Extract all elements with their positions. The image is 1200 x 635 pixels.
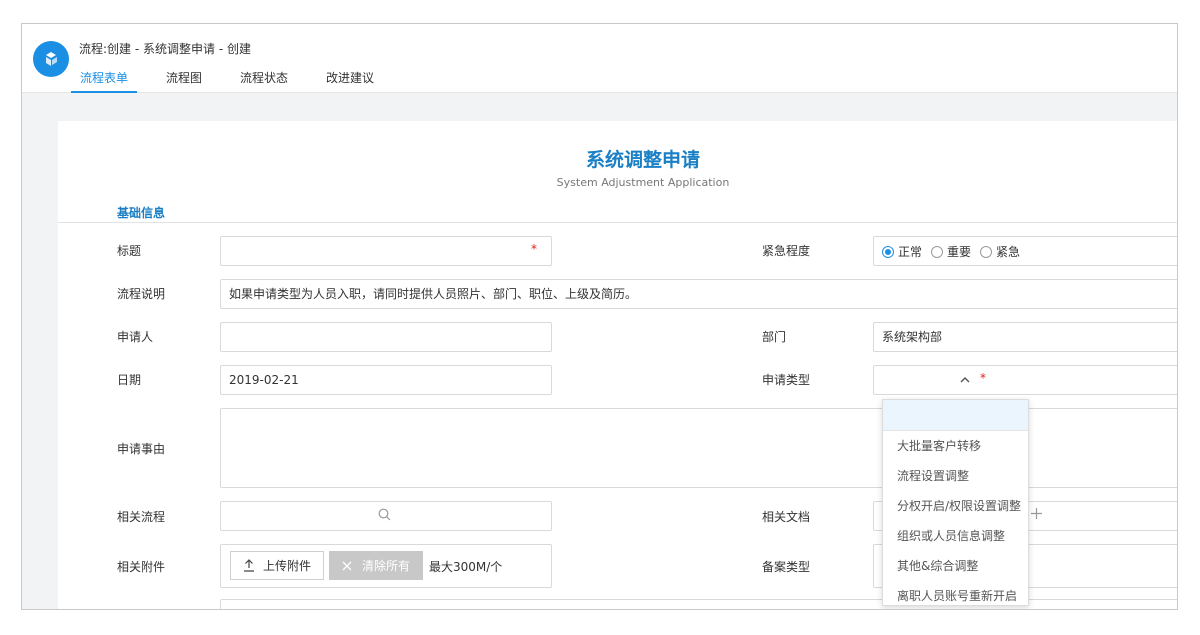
clear-button-label: 清除所有 [362,559,411,573]
title-input[interactable] [220,236,552,266]
section-title: 基础信息 [117,206,166,220]
tab-suggestions[interactable]: 改进建议 [317,63,383,93]
dropdown-option[interactable]: 其他&综合调整 [883,551,1028,581]
max-size-note: 最大300M/个 [429,560,503,574]
request-type-select[interactable] [873,365,1177,395]
urgency-label: 紧急程度 [762,244,811,258]
upload-button-label: 上传附件 [263,559,312,573]
radio-unchecked-icon [980,245,993,258]
applicant-input[interactable] [220,322,552,352]
app-logo-icon [33,41,69,77]
close-icon [342,561,352,570]
request-type-label: 申请类型 [762,373,811,387]
urgency-radio-important[interactable]: 重要 [931,243,971,260]
urgency-radio-urgent[interactable]: 紧急 [980,243,1020,260]
urgency-option-label: 重要 [947,245,972,259]
tab-flow-form[interactable]: 流程表单 [71,63,138,93]
description-label: 流程说明 [117,287,166,301]
dropdown-option[interactable]: 离职人员账号重新开启 [883,581,1028,609]
department-input[interactable]: 系统架构部 [873,322,1177,352]
dropdown-option[interactable]: 组织或人员信息调整 [883,521,1028,551]
reason-textarea[interactable] [220,408,1177,488]
title-required-mark: * [531,242,537,256]
reason-label: 申请事由 [117,442,166,456]
urgency-option-label: 紧急 [996,245,1021,259]
form-title: 系统调整申请 [585,149,700,171]
app-header: 流程:创建 - 系统调整申请 - 创建 流程表单 流程图 流程状态 改进建议 [22,24,1177,93]
clear-all-button[interactable]: 清除所有 [329,551,424,580]
app-window: 流程:创建 - 系统调整申请 - 创建 流程表单 流程图 流程状态 改进建议 系… [21,23,1178,610]
dropdown-option[interactable]: 分权开启/权限设置调整 [883,491,1028,521]
radio-checked-icon [882,245,894,258]
tab-flow-status[interactable]: 流程状态 [231,63,297,93]
dropdown-search-field[interactable] [883,400,1028,431]
urgency-radio-group: 正常 重要 紧急 [882,243,1029,260]
form-subtitle: System Adjustment Application [556,176,730,189]
dropdown-option[interactable]: 大批量客户转移 [883,431,1028,461]
upload-icon [244,559,254,572]
date-label: 日期 [117,373,142,387]
title-label: 标题 [117,244,142,258]
related-flow-label: 相关流程 [117,510,166,524]
add-icon[interactable] [1030,507,1043,520]
request-type-dropdown: 大批量客户转移 流程设置调整 分权开启/权限设置调整 组织或人员信息调整 其他&… [882,399,1029,606]
description-input[interactable]: 如果申请类型为人员入职，请同时提供人员照片、部门、职位、上级及简历。 [220,279,1177,309]
attachment-label: 相关附件 [117,560,166,574]
related-doc-label: 相关文档 [762,510,811,524]
tab-bar: 流程表单 流程图 流程状态 改进建议 [71,63,403,93]
request-type-required-mark: * [980,371,986,385]
urgency-radio-normal[interactable]: 正常 [882,243,922,260]
department-label: 部门 [762,330,787,344]
date-input[interactable]: 2019-02-21 [220,365,552,395]
record-type-label: 备案类型 [762,560,811,574]
urgency-option-label: 正常 [898,245,923,259]
chevron-up-icon[interactable] [960,376,970,384]
section-divider [58,222,1177,223]
applicant-label: 申请人 [117,330,154,344]
tab-flow-chart[interactable]: 流程图 [157,63,211,93]
radio-unchecked-icon [931,245,944,258]
dropdown-option[interactable]: 流程设置调整 [883,461,1028,491]
search-icon[interactable] [378,508,391,521]
next-row-field[interactable] [220,599,1177,609]
page-title: 流程:创建 - 系统调整申请 - 创建 [79,42,251,56]
upload-attachment-button[interactable]: 上传附件 [230,551,325,580]
